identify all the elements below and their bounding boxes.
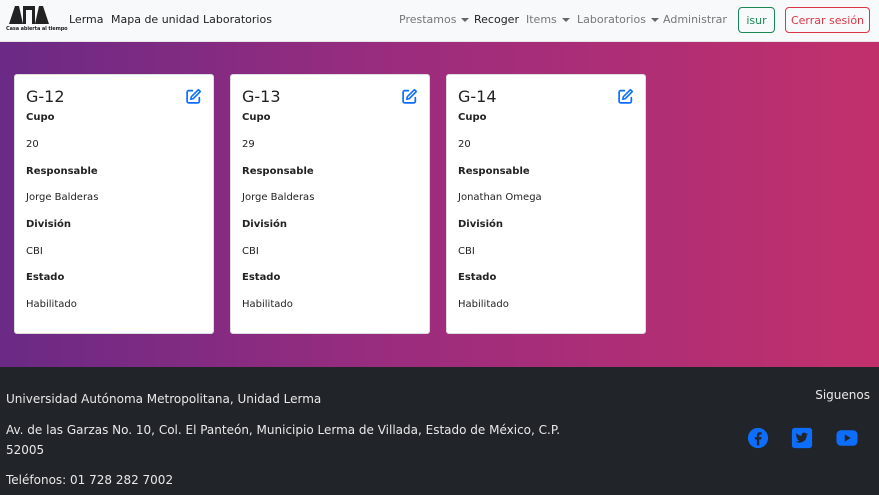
chevron-down-icon: [650, 18, 659, 22]
edit-icon[interactable]: [185, 88, 202, 105]
edit-icon[interactable]: [401, 88, 418, 105]
chevron-down-icon: [461, 18, 470, 22]
cupo-value: 20: [458, 139, 471, 150]
cupo-label: Cupo: [26, 112, 55, 123]
responsable-label: Responsable: [242, 166, 314, 177]
division-value: CBI: [26, 246, 43, 257]
nav-prestamos-dropdown[interactable]: Prestamos: [399, 13, 470, 26]
division-value: CBI: [458, 246, 475, 257]
facebook-icon[interactable]: [746, 427, 770, 449]
cupo-value: 20: [26, 139, 39, 150]
estado-value: Habilitado: [242, 299, 293, 310]
cupo-label: Cupo: [458, 112, 487, 123]
uam-logo[interactable]: Casa abierta al tiempo: [6, 6, 68, 34]
footer-university: Universidad Autónoma Metropolitana, Unid…: [6, 392, 322, 406]
division-label: División: [458, 219, 504, 230]
footer-phone: Teléfonos: 01 728 282 7002: [6, 473, 174, 487]
estado-value: Habilitado: [458, 299, 509, 310]
nav-recoger[interactable]: Recoger: [474, 13, 519, 26]
youtube-icon[interactable]: [835, 427, 859, 449]
nav-laboratorios-dropdown[interactable]: Laboratorios: [577, 13, 659, 26]
nav-items-label: Items: [526, 13, 557, 26]
responsable-value: Jonathan Omega: [458, 192, 542, 203]
responsable-label: Responsable: [26, 166, 98, 177]
responsable-label: Responsable: [458, 166, 530, 177]
lab-cards-section: G-12 Cupo 20 Responsable Jorge Balderas …: [0, 42, 879, 367]
nav-items-dropdown[interactable]: Items: [526, 13, 570, 26]
lab-card-title: G-12: [26, 87, 65, 106]
division-label: División: [26, 219, 72, 230]
twitter-icon[interactable]: [790, 427, 814, 449]
user-button[interactable]: isur: [738, 7, 775, 33]
cupo-label: Cupo: [242, 112, 271, 123]
estado-label: Estado: [26, 272, 65, 283]
responsable-value: Jorge Balderas: [26, 192, 99, 203]
nav-administrar[interactable]: Administrar: [663, 13, 727, 26]
lab-card: G-13 Cupo 29 Responsable Jorge Balderas …: [230, 74, 430, 334]
logout-button[interactable]: Cerrar sesión: [785, 7, 870, 33]
estado-label: Estado: [242, 272, 281, 283]
estado-label: Estado: [458, 272, 497, 283]
division-label: División: [242, 219, 288, 230]
navbar: Casa abierta al tiempo Lerma Mapa de uni…: [0, 0, 879, 42]
lab-card: G-12 Cupo 20 Responsable Jorge Balderas …: [14, 74, 214, 334]
nav-lerma[interactable]: Lerma: [69, 13, 104, 26]
lab-card: G-14 Cupo 20 Responsable Jonathan Omega …: [446, 74, 646, 334]
uam-logo-mark: [9, 6, 49, 24]
nav-laboratorios-link[interactable]: Laboratorios: [203, 13, 272, 26]
edit-icon[interactable]: [617, 88, 634, 105]
lab-card-title: G-13: [242, 87, 281, 106]
logo-caption: Casa abierta al tiempo: [6, 26, 68, 32]
responsable-value: Jorge Balderas: [242, 192, 315, 203]
nav-prestamos-label: Prestamos: [399, 13, 457, 26]
cupo-value: 29: [242, 139, 255, 150]
footer: Universidad Autónoma Metropolitana, Unid…: [0, 367, 879, 495]
lab-card-title: G-14: [458, 87, 497, 106]
nav-laboratorios-label: Laboratorios: [577, 13, 646, 26]
chevron-down-icon: [561, 18, 570, 22]
division-value: CBI: [242, 246, 259, 257]
nav-mapa-de-unidad[interactable]: Mapa de unidad: [111, 13, 199, 26]
estado-value: Habilitado: [26, 299, 77, 310]
footer-address: Av. de las Garzas No. 10, Col. El Panteó…: [6, 423, 561, 457]
footer-follow-heading: Siguenos: [815, 388, 870, 402]
